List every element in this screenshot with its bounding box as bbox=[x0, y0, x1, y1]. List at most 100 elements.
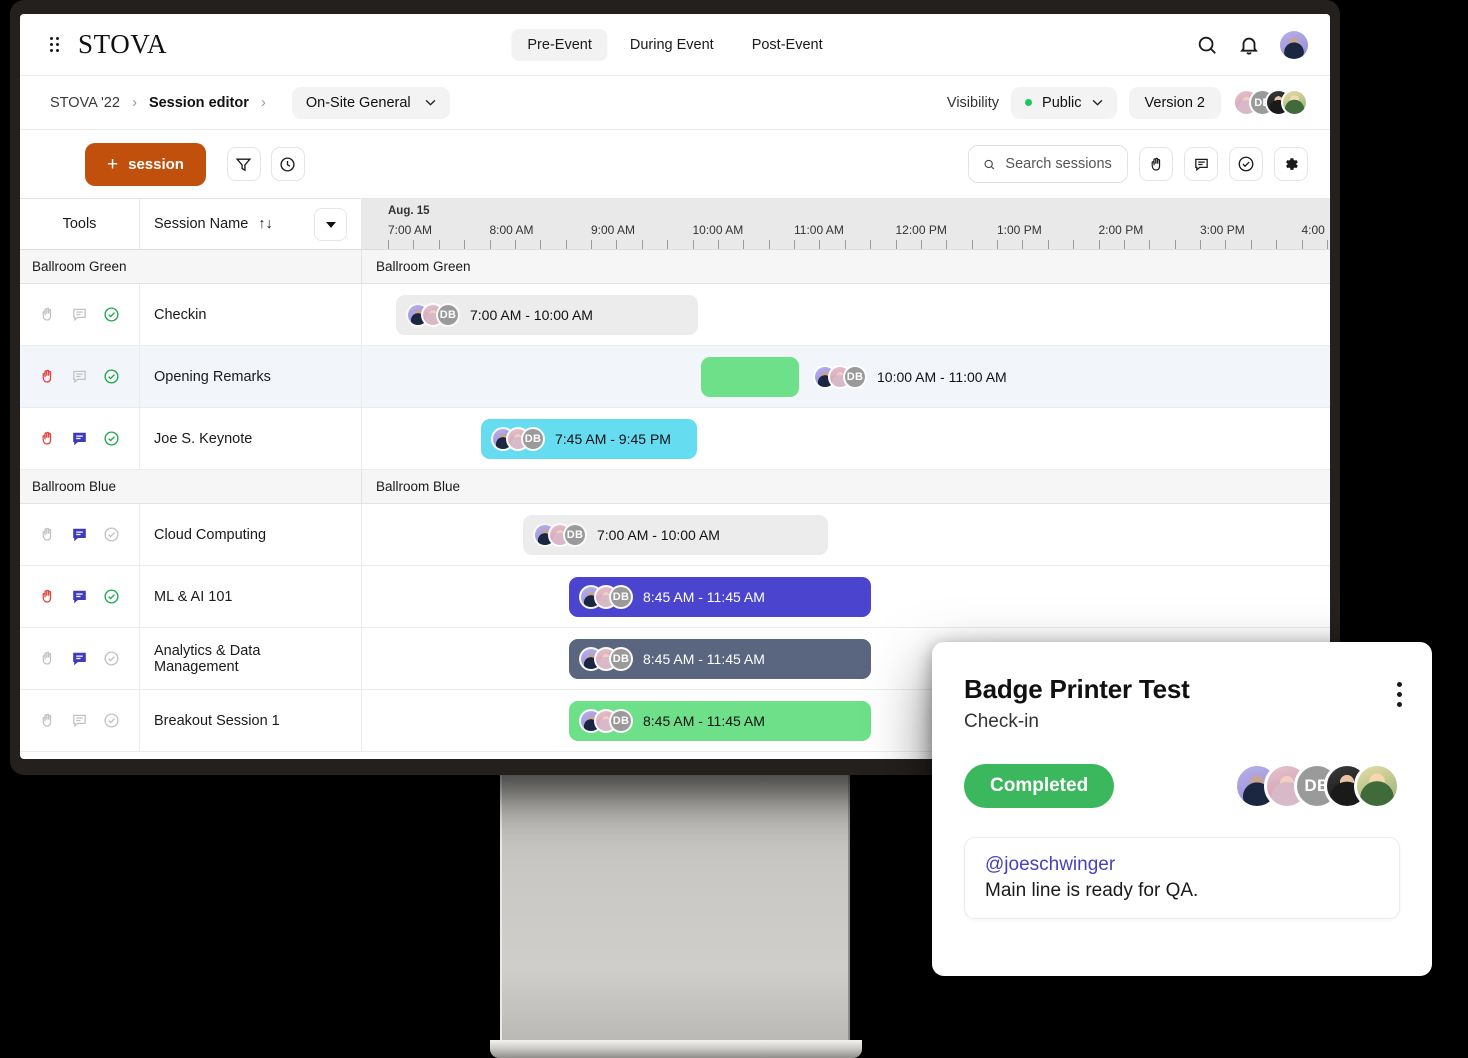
ruler-tick bbox=[692, 240, 694, 249]
hand-icon[interactable] bbox=[39, 526, 56, 543]
tab-post-event[interactable]: Post-Event bbox=[736, 29, 839, 61]
comment-mention[interactable]: @joeschwinger bbox=[985, 854, 1379, 876]
comment-icon[interactable] bbox=[71, 430, 88, 447]
check-circle-icon[interactable] bbox=[103, 588, 120, 605]
kebab-menu-icon[interactable] bbox=[1397, 682, 1402, 707]
breadcrumb-root[interactable]: STOVA '22 bbox=[50, 95, 120, 111]
hand-icon[interactable] bbox=[39, 306, 56, 323]
check-circle-icon[interactable] bbox=[103, 526, 120, 543]
session-row[interactable]: Cloud Computing DB 7:00 AM - 10:00 AM bbox=[20, 504, 1330, 566]
column-header-session-name[interactable]: Session Name ↑↓ bbox=[140, 199, 362, 249]
check-circle-icon[interactable] bbox=[103, 368, 120, 385]
comment-icon[interactable] bbox=[71, 712, 88, 729]
section-selector[interactable]: On-Site General bbox=[291, 86, 450, 119]
comment-icon[interactable] bbox=[71, 588, 88, 605]
session-name[interactable]: ML & AI 101 bbox=[140, 566, 362, 627]
ruler-tick bbox=[464, 240, 466, 249]
hand-tool-button[interactable] bbox=[1139, 147, 1173, 181]
toolbar: + session bbox=[20, 130, 1330, 198]
hand-icon[interactable] bbox=[39, 430, 56, 447]
bell-icon[interactable] bbox=[1238, 34, 1260, 56]
card-attendee-avatars[interactable]: DB bbox=[1234, 763, 1400, 809]
session-bar[interactable] bbox=[701, 356, 799, 397]
session-bar-time: 7:45 AM - 9:45 PM bbox=[555, 430, 671, 447]
column-options-button[interactable] bbox=[314, 207, 347, 241]
session-bar[interactable]: DB 8:45 AM - 11:45 AM bbox=[569, 576, 871, 617]
comment-icon[interactable] bbox=[71, 306, 88, 323]
check-circle-icon[interactable] bbox=[103, 306, 120, 323]
filter-button[interactable] bbox=[226, 147, 261, 181]
account-avatar[interactable] bbox=[1280, 30, 1308, 59]
session-timeline-track[interactable]: DB 7:00 AM - 10:00 AM bbox=[362, 504, 1330, 565]
ruler-tick bbox=[997, 240, 998, 249]
check-circle-icon[interactable] bbox=[103, 712, 120, 729]
session-row[interactable]: Opening Remarks DB 10:00 AM - 11:00 AM bbox=[20, 346, 1330, 408]
avatar-db: DB bbox=[563, 522, 587, 547]
funnel-icon bbox=[236, 158, 252, 171]
hand-icon[interactable] bbox=[39, 368, 56, 385]
header-actions bbox=[1196, 30, 1308, 59]
grip-dots-icon[interactable] bbox=[50, 36, 64, 53]
session-bar[interactable]: DB 7:00 AM - 10:00 AM bbox=[523, 514, 828, 555]
comment-text: Main line is ready for QA. bbox=[985, 880, 1199, 901]
tab-pre-event[interactable]: Pre-Event bbox=[511, 28, 608, 61]
search-sessions-box[interactable] bbox=[968, 145, 1128, 183]
approve-button[interactable] bbox=[1229, 147, 1263, 181]
card-comment[interactable]: @joeschwinger Main line is ready for QA. bbox=[964, 837, 1400, 919]
session-name[interactable]: Analytics & Data Management bbox=[140, 628, 362, 689]
add-session-button[interactable]: + session bbox=[85, 142, 206, 186]
session-bar[interactable]: DB 7:45 AM - 9:45 PM bbox=[481, 418, 697, 459]
timeline-ruler: Aug. 15 7:00 AM 8:00 AM 9:00 AM 10:00 AM 11:… bbox=[362, 199, 1330, 249]
visibility-selector[interactable]: Public bbox=[1011, 86, 1117, 119]
session-row[interactable]: Checkin DB 7:00 AM - 10:00 AM bbox=[20, 284, 1330, 346]
session-name[interactable]: Cloud Computing bbox=[140, 504, 362, 565]
toolbar-left-icons bbox=[226, 147, 305, 181]
comments-button[interactable] bbox=[1184, 147, 1218, 181]
breadcrumb-current[interactable]: Session editor bbox=[149, 95, 249, 111]
session-row[interactable]: ML & AI 101 DB 8:45 AM - 11:45 AM bbox=[20, 566, 1330, 628]
session-timeline-track[interactable]: DB 7:45 AM - 9:45 PM bbox=[362, 408, 1330, 469]
comment-icon[interactable] bbox=[71, 368, 88, 385]
tab-during-event[interactable]: During Event bbox=[614, 29, 730, 61]
session-name[interactable]: Breakout Session 1 bbox=[140, 690, 362, 751]
collaborator-avatars[interactable]: DB bbox=[1233, 89, 1308, 116]
ruler-tick bbox=[1225, 240, 1227, 249]
session-name[interactable]: Joe S. Keynote bbox=[140, 408, 362, 469]
session-bar[interactable]: DB 8:45 AM - 11:45 AM bbox=[569, 638, 871, 679]
session-timeline-track[interactable]: DB 10:00 AM - 11:00 AM bbox=[362, 346, 1330, 407]
ruler-tick bbox=[641, 240, 643, 249]
session-bar[interactable]: DB 7:00 AM - 10:00 AM bbox=[396, 294, 698, 335]
comment-icon[interactable] bbox=[71, 650, 88, 667]
version-button[interactable]: Version 2 bbox=[1128, 86, 1221, 119]
visibility-value: Public bbox=[1042, 94, 1082, 111]
session-timeline-track[interactable]: DB 8:45 AM - 11:45 AM bbox=[362, 566, 1330, 627]
session-bar-avatars: DB bbox=[813, 364, 867, 389]
search-input[interactable] bbox=[1005, 156, 1113, 172]
check-circle-icon[interactable] bbox=[103, 650, 120, 667]
search-icon[interactable] bbox=[1196, 34, 1218, 56]
history-button[interactable] bbox=[270, 147, 305, 181]
session-row-tools bbox=[20, 566, 140, 627]
ruler-tick bbox=[895, 240, 897, 249]
check-circle-icon[interactable] bbox=[103, 430, 120, 447]
session-name[interactable]: Opening Remarks bbox=[140, 346, 362, 407]
session-name[interactable]: Checkin bbox=[140, 284, 362, 345]
settings-button[interactable] bbox=[1274, 147, 1308, 181]
comment-icon[interactable] bbox=[71, 526, 88, 543]
avatar[interactable] bbox=[1354, 763, 1400, 809]
hand-icon[interactable] bbox=[39, 650, 56, 667]
hand-icon[interactable] bbox=[39, 588, 56, 605]
avatar-db: DB bbox=[609, 708, 633, 733]
app-header: STOVA Pre-Event During Event Post-Event bbox=[20, 14, 1330, 76]
session-bar[interactable]: DB 8:45 AM - 11:45 AM bbox=[569, 700, 871, 741]
ruler-date-label: Aug. 15 bbox=[388, 205, 430, 217]
session-timeline-track[interactable]: DB 7:00 AM - 10:00 AM bbox=[362, 284, 1330, 345]
sort-icon[interactable]: ↑↓ bbox=[258, 216, 273, 232]
hand-icon[interactable] bbox=[39, 712, 56, 729]
ruler-tick bbox=[514, 240, 516, 249]
ruler-tick bbox=[794, 240, 795, 249]
session-row-tools bbox=[20, 628, 140, 689]
avatar[interactable] bbox=[1281, 89, 1308, 116]
session-row[interactable]: Joe S. Keynote DB 7:45 AM - 9:45 PM bbox=[20, 408, 1330, 470]
toolbar-right bbox=[968, 145, 1308, 183]
